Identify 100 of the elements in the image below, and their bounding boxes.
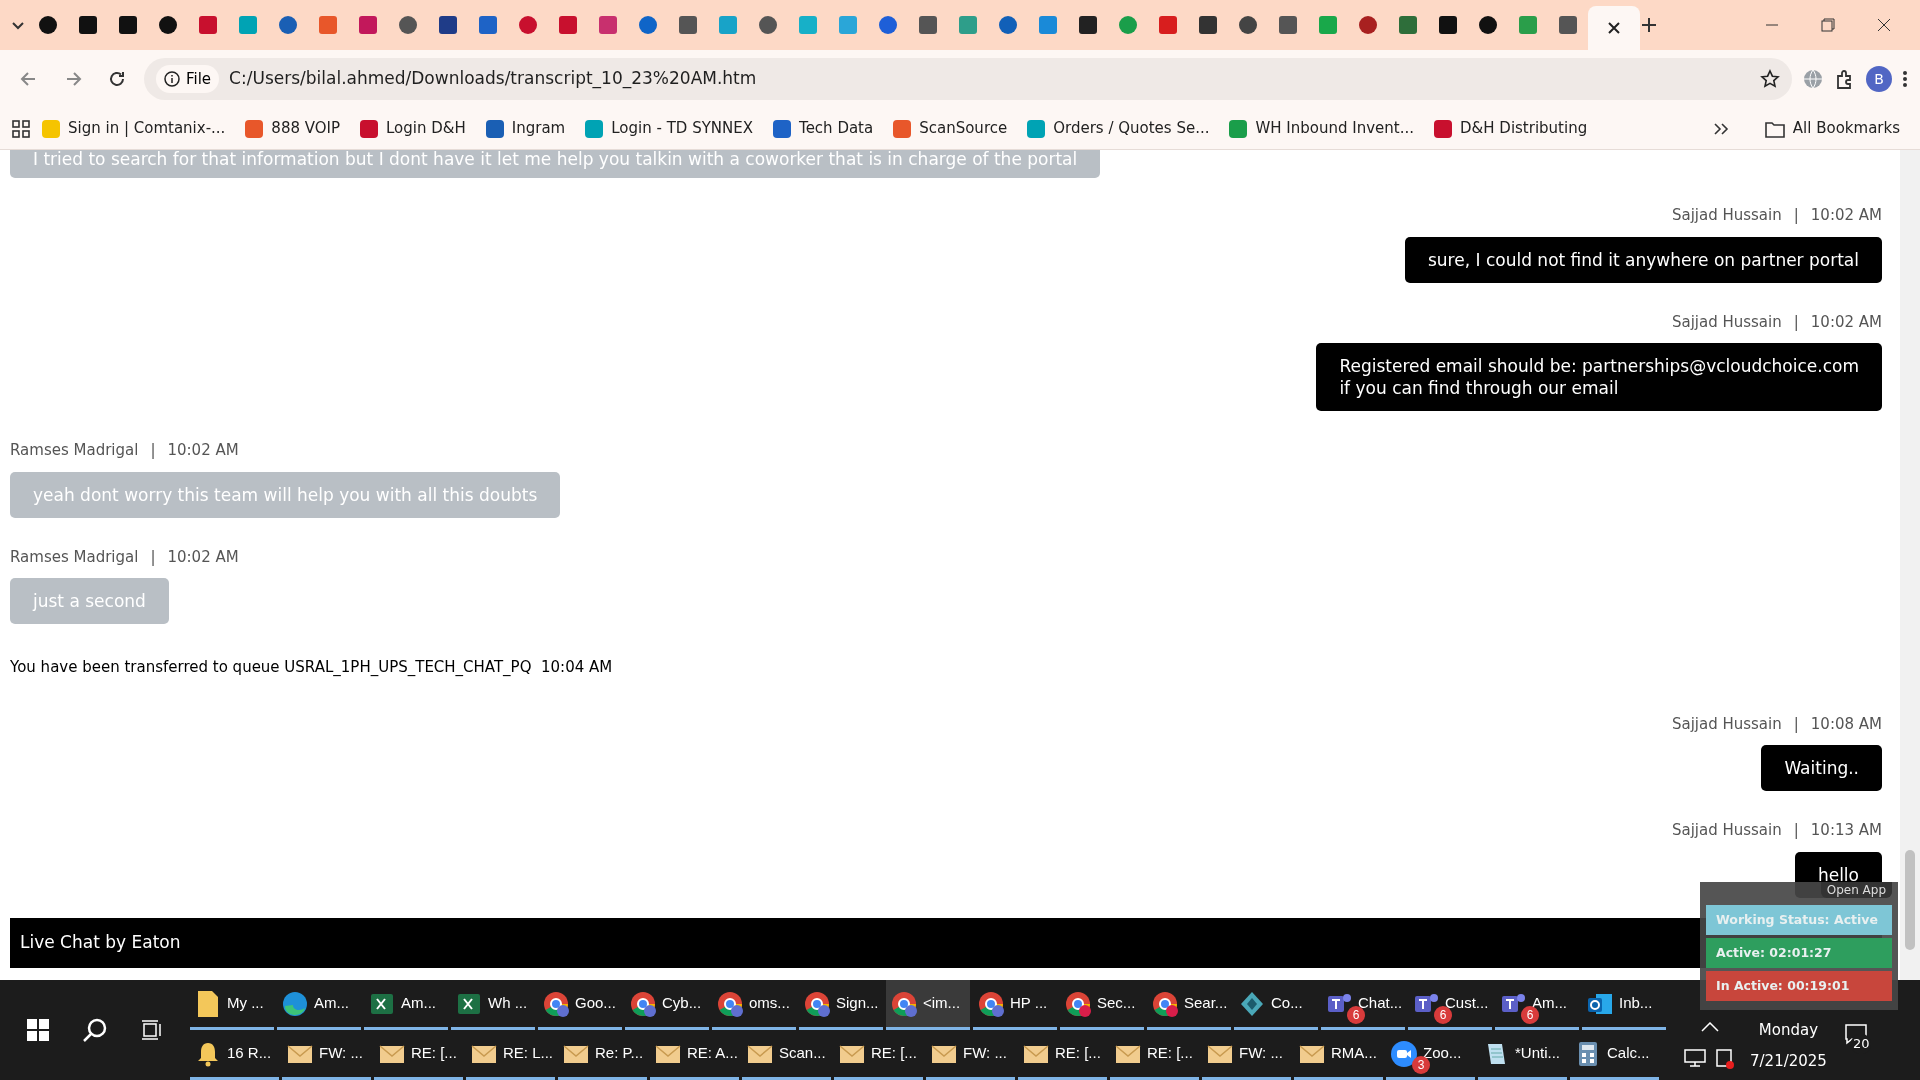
notification-button[interactable]: 20 [1840, 1016, 1871, 1052]
separator: | [1793, 205, 1799, 226]
network-icon[interactable] [1684, 1048, 1706, 1068]
taskbar-button[interactable]: RE: [... [374, 1030, 463, 1080]
browser-icon [977, 989, 1005, 1018]
taskbar-button[interactable]: Goo... [538, 980, 622, 1030]
taskbar-button[interactable]: FW: ... [1202, 1030, 1291, 1080]
scrollbar[interactable] [1900, 150, 1920, 980]
reload-icon [107, 69, 127, 89]
separator: | [1793, 713, 1799, 735]
taskbar-button[interactable]: Am... 6 [1495, 980, 1579, 1030]
separator: | [150, 440, 156, 461]
bookmark[interactable]: Login D&H [352, 113, 474, 144]
profile-avatar[interactable]: B [1866, 66, 1892, 92]
open-app-button[interactable]: Open App [1820, 882, 1892, 898]
folder-icon [1764, 119, 1785, 138]
message-time: 10:02 AM [1810, 205, 1882, 226]
sender-name: Sajjad Hussain [1671, 713, 1782, 735]
taskbar-button[interactable]: Sign... [799, 980, 883, 1030]
footer-text: Live Chat by Eaton [20, 931, 181, 955]
taskbar-button[interactable]: Cyb... [625, 980, 709, 1030]
menu-icon[interactable] [1902, 69, 1908, 89]
sender-name: Sajjad Hussain [1671, 205, 1782, 226]
bookmark[interactable]: WH Inbound Invent... [1221, 113, 1423, 144]
taskbar-button[interactable]: RMA... [1294, 1030, 1383, 1080]
url-text: C:/Users/bilal.ahmed/Downloads/transcript_10_23%20AM.htm [229, 67, 758, 91]
taskbar-button[interactable]: Cust... 6 [1408, 980, 1492, 1030]
close-icon [1877, 18, 1891, 32]
message-time: 10:02 AM [167, 440, 239, 461]
message-bubble: yeah dont worry this team will help you with all this doubts [10, 471, 561, 518]
new-tab-icon[interactable] [1640, 16, 1658, 34]
taskbar-button[interactable]: Am... [277, 980, 361, 1030]
taskbar-button[interactable]: RE: [... [834, 1030, 923, 1080]
taskbar-button[interactable]: Zoo... 3 [1386, 1030, 1475, 1080]
star-icon[interactable] [1760, 69, 1780, 89]
restore-icon [1821, 18, 1835, 32]
taskbar-button[interactable]: FW: ... [282, 1030, 371, 1080]
bookmark[interactable]: Orders / Quotes Se... [1019, 113, 1218, 144]
bookmark[interactable]: ScanSource [885, 113, 1016, 144]
status-row: Working Status: Active [1706, 905, 1892, 935]
search-icon[interactable] [82, 1017, 108, 1043]
browser-icon [890, 989, 918, 1018]
taskbar-button[interactable]: 16 R... [190, 1030, 279, 1080]
taskbar-button[interactable]: <im... [886, 980, 970, 1030]
message-bubble: Registered email should be: partnerships@vcloudchoice.com if you can find through our email [1316, 343, 1882, 411]
bookmark[interactable]: D&H Distributing [1426, 113, 1596, 144]
taskbar-button[interactable]: Wh ... [451, 980, 535, 1030]
message-bubble: just a second [10, 578, 169, 624]
browser-tab[interactable] [1588, 6, 1640, 50]
taskbar-button[interactable]: Scan... [742, 1030, 831, 1080]
bookmark[interactable]: Tech Data [765, 113, 882, 144]
message-time: 10:08 AM [1810, 713, 1882, 735]
message-time: 10:02 AM [1810, 311, 1882, 333]
task-view-icon[interactable] [141, 1019, 164, 1041]
message-time: 10:02 AM [167, 546, 239, 568]
bookmark[interactable]: 888 VOIP [237, 113, 349, 144]
all-bookmarks[interactable]: All Bookmarks [1756, 113, 1908, 144]
taskbar-button[interactable]: HP ... [973, 980, 1057, 1030]
taskbar-button[interactable]: RE: [... [1018, 1030, 1107, 1080]
bookmark[interactable]: Login - TD SYNNEX [577, 113, 761, 144]
device-icon[interactable] [1714, 1048, 1736, 1070]
browser-icon [716, 989, 744, 1018]
notification-badge: 6 [1521, 1006, 1539, 1024]
separator: | [150, 546, 156, 568]
bookmark[interactable]: Ingram [477, 113, 574, 144]
address-bar[interactable]: File C:/Users/bilal.ahmed/Downloads/transcript_10_23%20AM.htm [144, 58, 1792, 100]
file-chip[interactable]: File [156, 64, 220, 94]
clock-day: Monday [1758, 1019, 1819, 1042]
message-bubble: sure, I could not find it anywhere on partner portal [1405, 236, 1882, 283]
video-app-icon [1390, 1039, 1418, 1068]
separator: | [1793, 820, 1799, 841]
sender-name: Sajjad Hussain [1671, 820, 1782, 841]
edge-icon [281, 989, 309, 1018]
info-icon [164, 71, 180, 87]
browser-icon [629, 989, 657, 1018]
taskbar-button[interactable]: Sear... [1147, 980, 1231, 1030]
separator: | [1793, 311, 1799, 333]
taskbar-button[interactable]: Inb... [1582, 980, 1666, 1030]
taskbar-button[interactable]: Sec... [1060, 980, 1144, 1030]
taskbar-button[interactable]: RE: L... [466, 1030, 555, 1080]
taskbar-button[interactable]: RE: [... [1110, 1030, 1199, 1080]
taskbar-button[interactable]: *Unti... [1478, 1030, 1567, 1080]
taskbar-button[interactable]: Re: P... [558, 1030, 647, 1080]
taskbar-button[interactable]: Am... [364, 980, 448, 1030]
taskbar-button[interactable]: FW: ... [926, 1030, 1015, 1080]
show-hidden-icon[interactable] [1701, 1022, 1719, 1032]
more-icon[interactable] [1712, 120, 1729, 137]
taskbar-button[interactable]: Calc... [1570, 1030, 1659, 1080]
taskbar-button[interactable]: My ... [190, 980, 274, 1030]
taskbar-button[interactable]: Co... [1234, 980, 1318, 1030]
close-icon[interactable] [1607, 21, 1621, 35]
taskbar-button[interactable]: Chat... 6 [1321, 980, 1405, 1030]
start-icon[interactable] [26, 1019, 49, 1041]
apps-icon[interactable] [12, 119, 30, 138]
bookmark[interactable]: Sign in | Comtanix-... [34, 113, 234, 144]
taskbar-button[interactable]: oms... [712, 980, 796, 1030]
scroll-thumb[interactable] [1905, 850, 1915, 950]
taskbar-button[interactable]: RE: A... [650, 1030, 739, 1080]
message-bubble: Waiting.. [1761, 745, 1882, 791]
browser-icon [803, 989, 831, 1018]
